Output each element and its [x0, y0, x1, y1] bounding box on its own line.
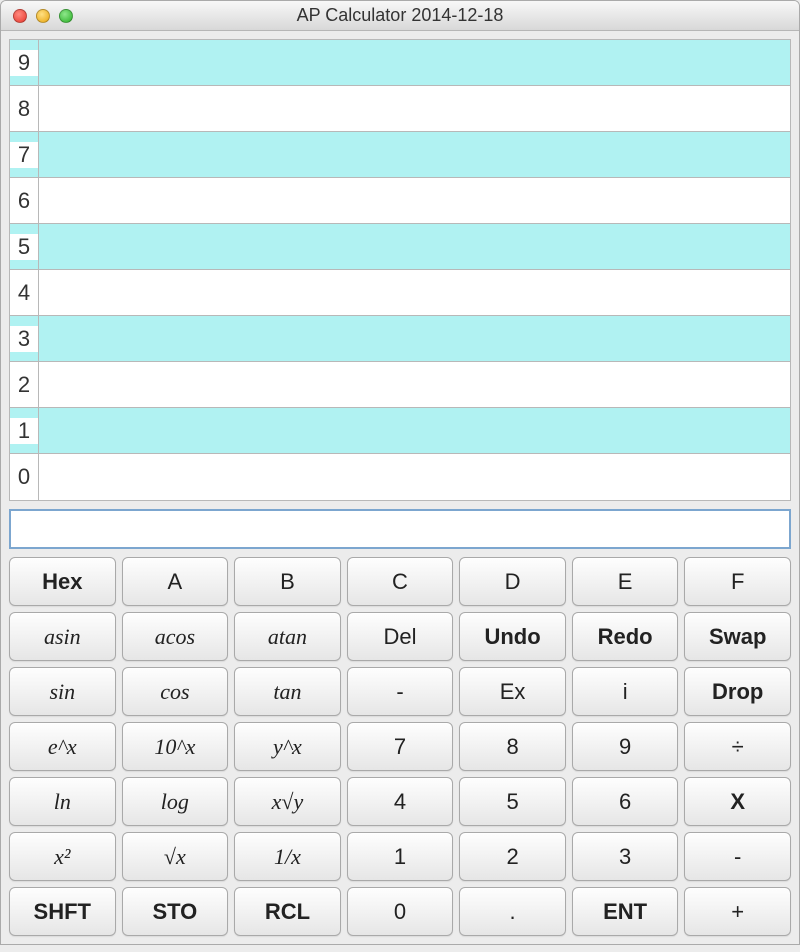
stack-index-label: 0: [10, 464, 38, 490]
tan-button[interactable]: tan: [234, 667, 341, 716]
stack-value: [39, 86, 790, 131]
add-button[interactable]: +: [684, 887, 791, 936]
stack-value: [39, 454, 790, 500]
digit-2-button[interactable]: 2: [459, 832, 566, 881]
stack-index-label: 1: [10, 418, 38, 444]
stack-value: [39, 224, 790, 269]
titlebar: AP Calculator 2014-12-18: [1, 1, 799, 31]
subtract-button[interactable]: -: [684, 832, 791, 881]
stack-index-label: 5: [10, 234, 38, 260]
stack-row[interactable]: 7: [10, 132, 790, 178]
sin-button[interactable]: sin: [9, 667, 116, 716]
stack-value: [39, 316, 790, 361]
digit-7-button[interactable]: 7: [347, 722, 454, 771]
asin-button[interactable]: asin: [9, 612, 116, 661]
entry-input[interactable]: [11, 512, 789, 546]
stack-index-label: 2: [10, 372, 38, 398]
window-title: AP Calculator 2014-12-18: [1, 5, 799, 26]
ex-button[interactable]: Ex: [459, 667, 566, 716]
swap-button[interactable]: Swap: [684, 612, 791, 661]
acos-button[interactable]: acos: [122, 612, 229, 661]
stack-index-label: 6: [10, 188, 38, 214]
redo-button[interactable]: Redo: [572, 612, 679, 661]
app-window: AP Calculator 2014-12-18 9876543210 HexA…: [0, 0, 800, 945]
digit-8-button[interactable]: 8: [459, 722, 566, 771]
stack-value: [39, 270, 790, 315]
maximize-icon[interactable]: [59, 9, 73, 23]
keypad: HexABCDEFasinacosatanDelUndoRedoSwap sinc…: [9, 557, 791, 936]
drop-button[interactable]: Drop: [684, 667, 791, 716]
hex-d-button[interactable]: D: [459, 557, 566, 606]
negate-button[interactable]: -: [347, 667, 454, 716]
input-row[interactable]: [9, 509, 791, 549]
stack-row[interactable]: 2: [10, 362, 790, 408]
hex-b-button[interactable]: B: [234, 557, 341, 606]
stack-row[interactable]: 4: [10, 270, 790, 316]
stack-index-label: 4: [10, 280, 38, 306]
ln-button[interactable]: ln: [9, 777, 116, 826]
undo-button[interactable]: Undo: [459, 612, 566, 661]
reciprocal-button[interactable]: 1/x: [234, 832, 341, 881]
recall-button[interactable]: RCL: [234, 887, 341, 936]
multiply-button[interactable]: X: [684, 777, 791, 826]
digit-6-button[interactable]: 6: [572, 777, 679, 826]
stack-index-label: 7: [10, 142, 38, 168]
shift-button[interactable]: SHFT: [9, 887, 116, 936]
exp-button[interactable]: e^x: [9, 722, 116, 771]
minimize-icon[interactable]: [36, 9, 50, 23]
decimal-button[interactable]: .: [459, 887, 566, 936]
hex-f-button[interactable]: F: [684, 557, 791, 606]
enter-button[interactable]: ENT: [572, 887, 679, 936]
stack-value: [39, 40, 790, 85]
stack-value: [39, 408, 790, 453]
divide-button[interactable]: ÷: [684, 722, 791, 771]
stack-row[interactable]: 8: [10, 86, 790, 132]
stack-value: [39, 178, 790, 223]
hex-a-button[interactable]: A: [122, 557, 229, 606]
digit-5-button[interactable]: 5: [459, 777, 566, 826]
atan-button[interactable]: atan: [234, 612, 341, 661]
del-button[interactable]: Del: [347, 612, 454, 661]
hex-c-button[interactable]: C: [347, 557, 454, 606]
traffic-lights: [1, 9, 73, 23]
digit-3-button[interactable]: 3: [572, 832, 679, 881]
stack-row[interactable]: 5: [10, 224, 790, 270]
stack-index-label: 8: [10, 96, 38, 122]
imaginary-button[interactable]: i: [572, 667, 679, 716]
cos-button[interactable]: cos: [122, 667, 229, 716]
stack-display: 9 8 7 6 5 4 3 2 1 0: [9, 39, 791, 501]
log-button[interactable]: log: [122, 777, 229, 826]
y-power-x-button[interactable]: y^x: [234, 722, 341, 771]
square-button[interactable]: x²: [9, 832, 116, 881]
stack-index-label: 9: [10, 50, 38, 76]
digit-4-button[interactable]: 4: [347, 777, 454, 826]
stack-row[interactable]: 9: [10, 40, 790, 86]
store-button[interactable]: STO: [122, 887, 229, 936]
stack-row[interactable]: 1: [10, 408, 790, 454]
x-root-y-button[interactable]: x√y: [234, 777, 341, 826]
content-area: 9876543210 HexABCDEFasinacosatanDelUndoR…: [1, 31, 799, 944]
stack-row[interactable]: 6: [10, 178, 790, 224]
digit-0-button[interactable]: 0: [347, 887, 454, 936]
sqrt-button[interactable]: √x: [122, 832, 229, 881]
stack-row[interactable]: 3: [10, 316, 790, 362]
hex-e-button[interactable]: E: [572, 557, 679, 606]
close-icon[interactable]: [13, 9, 27, 23]
hex-button[interactable]: Hex: [9, 557, 116, 606]
digit-1-button[interactable]: 1: [347, 832, 454, 881]
ten-power-button[interactable]: 10^x: [122, 722, 229, 771]
digit-9-button[interactable]: 9: [572, 722, 679, 771]
stack-row[interactable]: 0: [10, 454, 790, 500]
stack-index-label: 3: [10, 326, 38, 352]
stack-value: [39, 362, 790, 407]
stack-value: [39, 132, 790, 177]
